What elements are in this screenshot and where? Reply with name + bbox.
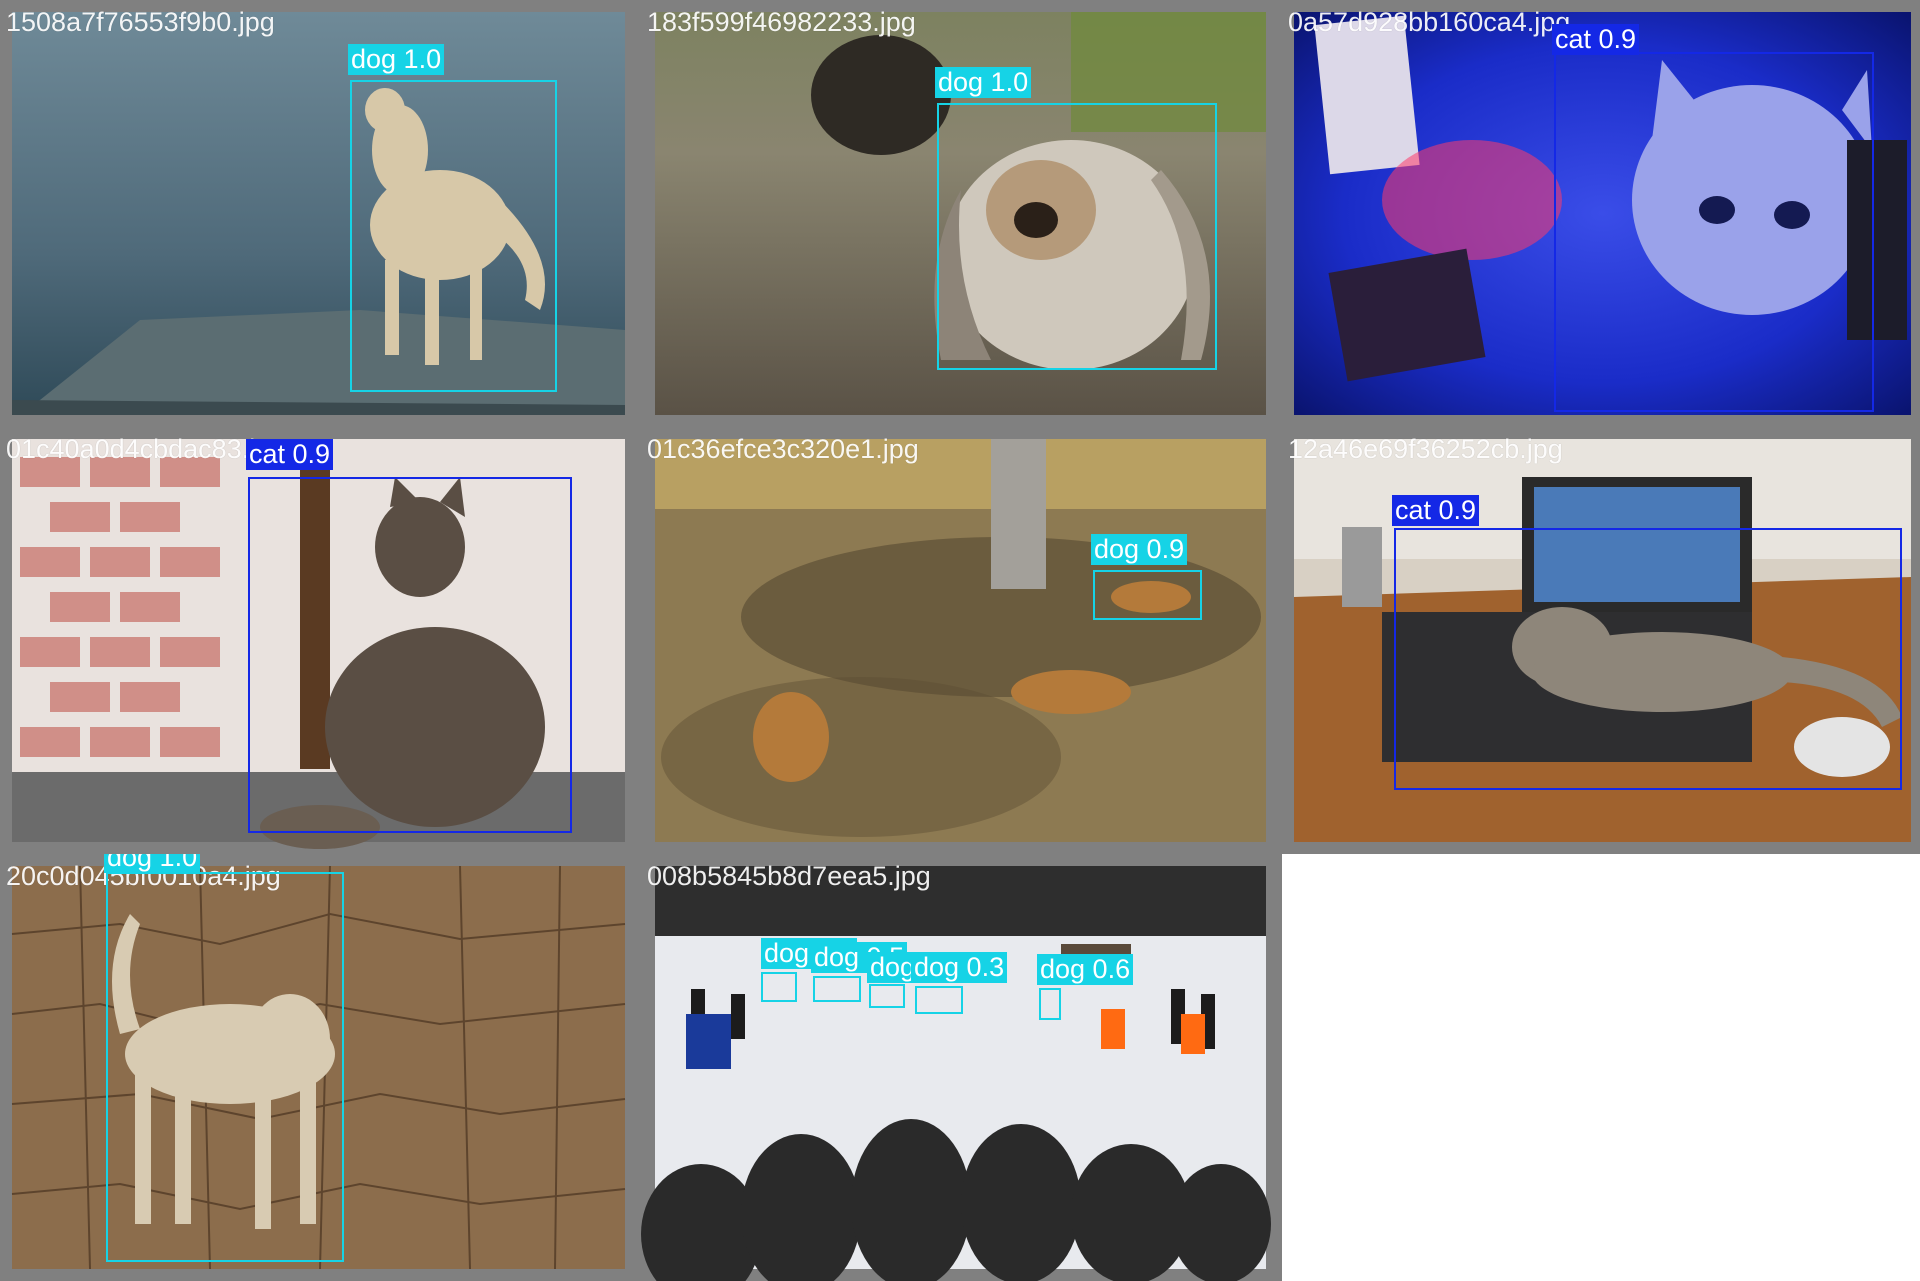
tile-filename: 1508a7f76553f9b0.jpg: [6, 7, 275, 37]
bounding-box: [1093, 570, 1202, 620]
bounding-box: [1554, 52, 1874, 412]
bounding-box: [1394, 528, 1902, 790]
tile-filename: 01c36efce3c320e1.jpg: [647, 434, 919, 464]
detection-label: dog 0.6: [1037, 954, 1134, 985]
bounding-box: [248, 477, 572, 833]
image-tile: 20c0d045bf0010a4.jpg dog 1.0: [0, 854, 641, 1281]
image-tile: 008b5845b8d7eea5.jpg dog 0.3 dog 0.5 dog…: [641, 854, 1282, 1281]
image-tile: 01c40a0d4cbdac83.jpg cat 0.9: [0, 427, 641, 854]
tile-filename: 0a57d928bb160ca4.jpg: [1288, 7, 1571, 37]
detection-label: dog 1.0: [104, 854, 201, 873]
tile-filename: 12a46e69f36252cb.jpg: [1288, 434, 1563, 464]
prediction-mosaic: 1508a7f76553f9b0.jpg dog 1.0 183f599f469…: [0, 0, 1920, 1281]
detection-label: cat 0.9: [1552, 24, 1640, 55]
detection-label: dog 1.0: [935, 67, 1032, 98]
detection-label: dog 0.9: [1091, 534, 1188, 565]
detection-label: cat 0.9: [246, 439, 334, 470]
image-tile: 01c36efce3c320e1.jpg dog 0.9: [641, 427, 1282, 854]
bounding-box: [350, 80, 557, 392]
photo-snow-sled-dogs: [641, 854, 1282, 1281]
image-tile: 183f599f46982233.jpg dog 1.0: [641, 0, 1282, 427]
tile-filename: 008b5845b8d7eea5.jpg: [647, 861, 931, 891]
bounding-box: [106, 872, 344, 1262]
bounding-box: [915, 986, 963, 1014]
tile-filename: 01c40a0d4cbdac83.jpg: [6, 434, 286, 464]
detection-label: dog 0.3: [911, 952, 1008, 983]
image-tile: 12a46e69f36252cb.jpg cat 0.9: [1282, 427, 1920, 854]
bounding-box: [1039, 988, 1061, 1020]
detection-label: dog 1.0: [348, 44, 445, 75]
detection-label: cat 0.9: [1392, 495, 1480, 526]
bounding-box: [937, 103, 1217, 370]
photo-park-dogs: [641, 427, 1282, 854]
bounding-box: [813, 976, 861, 1002]
tile-filename: 183f599f46982233.jpg: [647, 7, 916, 37]
bounding-box: [869, 984, 905, 1008]
image-tile: 0a57d928bb160ca4.jpg cat 0.9: [1282, 0, 1920, 427]
bounding-box: [761, 972, 797, 1002]
image-tile: 1508a7f76553f9b0.jpg dog 1.0: [0, 0, 641, 427]
